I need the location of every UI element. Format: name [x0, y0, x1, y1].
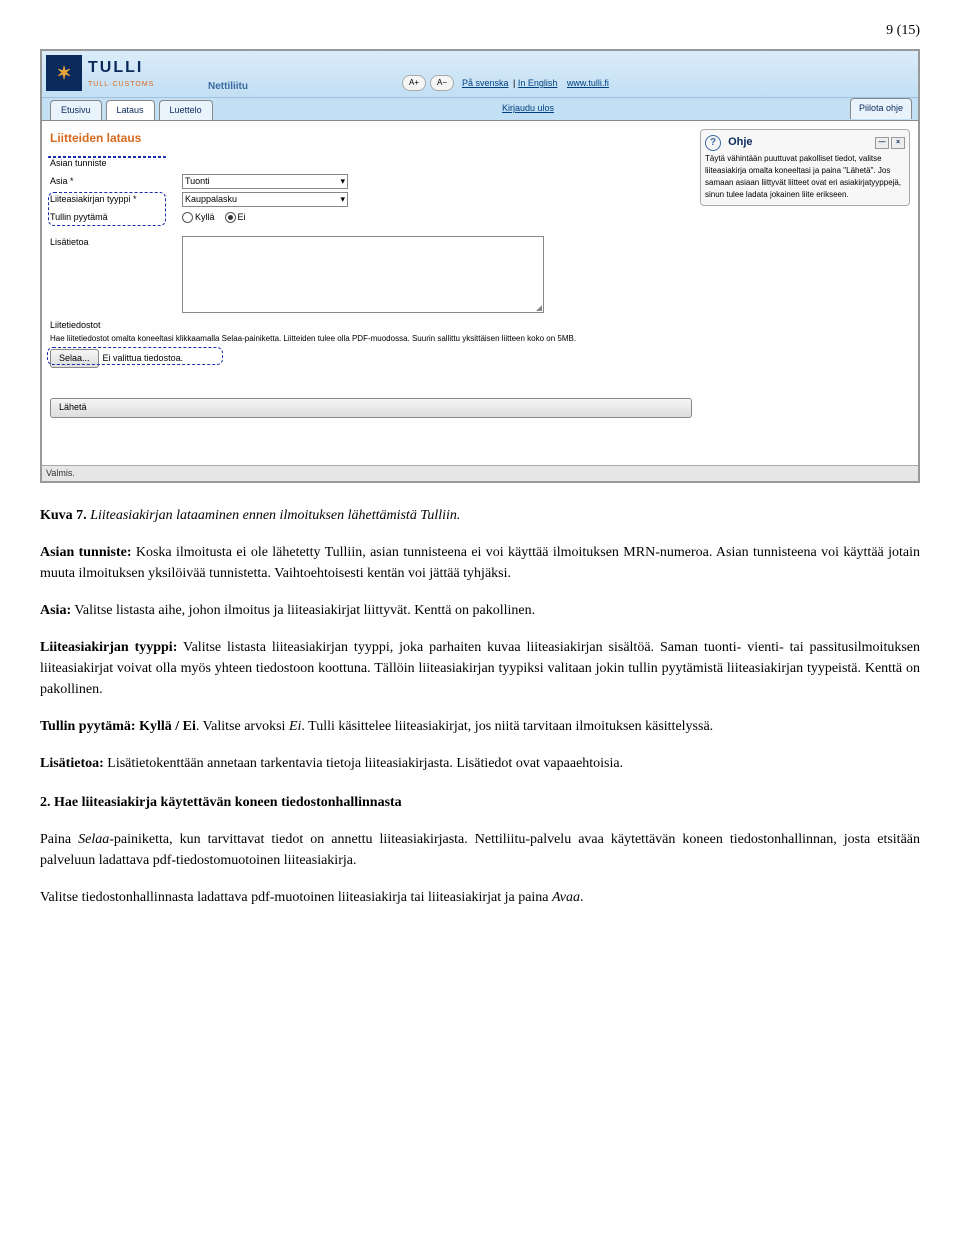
app-brand: Nettiliitu [208, 79, 248, 94]
external-link[interactable]: www.tulli.fi [567, 78, 609, 88]
caption-text: Liiteasiakirjan lataaminen ennen ilmoitu… [87, 508, 461, 523]
select-asia-value: Tuonti [185, 175, 210, 189]
label-lisatietoa: Lisätietoa [50, 237, 89, 247]
caption-lead: Kuva 7. [40, 508, 87, 523]
p5-text: Lisätietokenttään annetaan tarkentavia t… [104, 756, 623, 771]
lang-link-en[interactable]: In English [518, 78, 558, 88]
p4-mid: . Valitse arvoksi [196, 719, 289, 734]
p7-pre: Valitse tiedostonhallinnasta ladattava p… [40, 890, 552, 905]
p6-pre: Paina [40, 832, 78, 847]
p3-lead: Liiteasiakirjan tyyppi: [40, 640, 177, 655]
logout-link[interactable]: Kirjaudu ulos [502, 102, 554, 116]
close-icon[interactable]: × [891, 137, 905, 149]
help-title: Ohje [728, 136, 752, 148]
p4-italic: Ei [289, 719, 301, 734]
help-panel: ? Ohje — × Täytä vähintään puuttuvat pak… [700, 129, 910, 206]
p2-text: Valitse listasta aihe, johon ilmoitus ja… [71, 603, 535, 618]
tab-etusivu[interactable]: Etusivu [50, 100, 102, 121]
form-area: Liitteiden lataus Asian tunniste Asia * … [50, 129, 692, 418]
header-links: På svenska | In English www.tulli.fi [462, 77, 611, 91]
p6-italic: Selaa [78, 832, 109, 847]
paragraph-tullin-pyytama: Tullin pyytämä: Kyllä / Ei. Valitse arvo… [40, 716, 920, 737]
app-screenshot: ✶ TULLI TULL·CUSTOMS Nettiliitu A+ A− På… [40, 49, 920, 483]
page-number: 9 (15) [40, 20, 920, 41]
minimize-icon[interactable]: — [875, 137, 889, 149]
font-decrease-button[interactable]: A− [430, 75, 454, 91]
p2-lead: Asia: [40, 603, 71, 618]
radio-kylla[interactable] [182, 212, 193, 223]
radio-ei[interactable] [225, 212, 236, 223]
tab-lataus[interactable]: Lataus [106, 100, 155, 121]
section-heading-2: 2. Hae liiteasiakirja käytettävän koneen… [40, 792, 920, 813]
app-header: ✶ TULLI TULL·CUSTOMS Nettiliitu A+ A− På… [42, 51, 918, 98]
figure-caption: Kuva 7. Liiteasiakirjan lataaminen ennen… [40, 505, 920, 526]
chevron-down-icon: ▾ [340, 193, 345, 207]
p1-text: Koska ilmoitusta ei ole lähetetty Tullii… [40, 545, 920, 581]
p5-lead: Lisätietoa: [40, 756, 104, 771]
submit-button[interactable]: Lähetä [50, 398, 692, 418]
file-section-title: Liitetiedostot [50, 319, 692, 333]
textarea-lisatietoa[interactable] [182, 236, 544, 313]
radio-ei-label: Ei [238, 212, 246, 222]
select-asia[interactable]: Tuonti ▾ [182, 174, 348, 190]
highlight-tullin-pyytama [48, 192, 166, 226]
hide-help-button[interactable]: Piilota ohje [850, 98, 912, 119]
form-title: Liitteiden lataus [50, 129, 692, 147]
paragraph-asian-tunniste: Asian tunniste: Koska ilmoitusta ei ole … [40, 542, 920, 584]
highlight-file-row [47, 347, 223, 365]
label-asian-tunniste: Asian tunniste [50, 158, 107, 168]
paragraph-avaa: Valitse tiedostonhallinnasta ladattava p… [40, 887, 920, 908]
help-text: Täytä vähintään puuttuvat pakolliset tie… [705, 153, 905, 201]
status-bar: Valmis. [42, 465, 920, 482]
paragraph-selaa: Paina Selaa-painiketta, kun tarvittavat … [40, 829, 920, 871]
p4-lead: Tullin pyytämä: Kyllä / Ei [40, 719, 196, 734]
p6-text: -painiketta, kun tarvittavat tiedot on a… [40, 832, 920, 868]
help-icon: ? [705, 135, 721, 151]
logo-sub-text: TULL·CUSTOMS [88, 80, 154, 91]
p7-italic: Avaa [552, 890, 580, 905]
highlight-asian-tunniste [48, 156, 166, 158]
paragraph-asia: Asia: Valitse listasta aihe, johon ilmoi… [40, 600, 920, 621]
paragraph-lisatietoa: Lisätietoa: Lisätietokenttään annetaan t… [40, 753, 920, 774]
font-increase-button[interactable]: A+ [402, 75, 426, 91]
p7-end: . [580, 890, 584, 905]
logo-icon: ✶ [46, 55, 82, 91]
tab-luettelo[interactable]: Luettelo [159, 100, 213, 121]
file-section-help: Hae liitetiedostot omalta koneeltasi kli… [50, 333, 692, 345]
logo-main-text: TULLI [88, 56, 154, 80]
p4-end: . Tulli käsittelee liiteasiakirjat, jos … [301, 719, 713, 734]
p1-lead: Asian tunniste: [40, 545, 132, 560]
label-asia: Asia * [50, 176, 74, 186]
select-tyyppi-value: Kauppalasku [185, 193, 237, 207]
chevron-down-icon: ▾ [340, 175, 345, 189]
logo: ✶ TULLI TULL·CUSTOMS [46, 55, 154, 91]
lang-link-sv[interactable]: På svenska [462, 78, 509, 88]
paragraph-tyyppi: Liiteasiakirjan tyyppi: Valitse listasta… [40, 637, 920, 700]
tab-bar: Etusivu Lataus Luettelo Kirjaudu ulos Pi… [42, 98, 918, 121]
radio-kylla-label: Kyllä [195, 212, 215, 222]
select-tyyppi[interactable]: Kauppalasku ▾ [182, 192, 348, 208]
